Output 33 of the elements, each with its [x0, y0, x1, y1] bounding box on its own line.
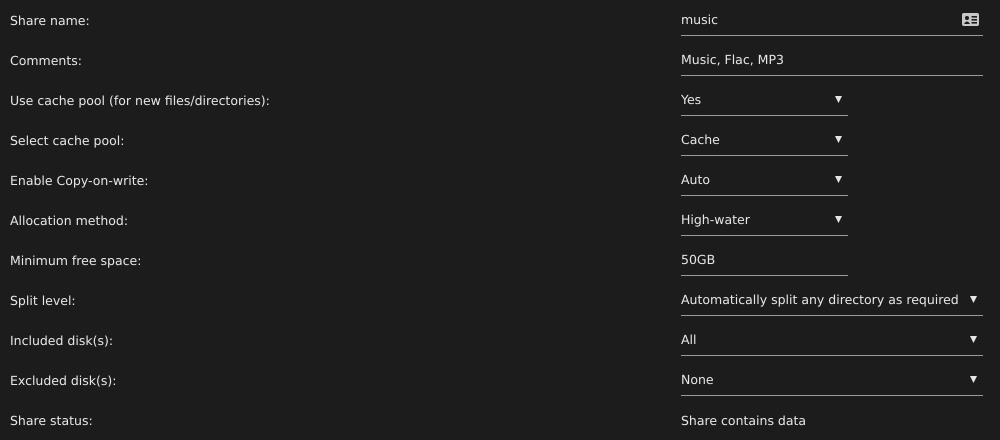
field-label: Share status: [10, 412, 94, 428]
field-label: Comments: [10, 52, 83, 68]
field-label: Excluded disk(s): [10, 372, 118, 388]
field-label: Select cache pool: [10, 132, 126, 148]
field-label: Share name: [10, 12, 91, 28]
field-label: Use cache pool (for new files/directories): [10, 92, 271, 108]
caret-icon [970, 376, 977, 383]
share-status-text: Share contains data [681, 412, 808, 428]
caret-icon [970, 336, 977, 343]
caret-icon [835, 216, 842, 223]
dropdown[interactable]: Automatically split any directory as required [681, 284, 983, 316]
text-field[interactable]: 50GB [681, 244, 848, 276]
id-card-icon[interactable] [962, 13, 979, 26]
text-field[interactable]: music [681, 4, 983, 36]
caret-icon [835, 96, 842, 103]
dropdown[interactable]: Auto [681, 164, 848, 196]
field-label: Minimum free space: [10, 252, 142, 268]
dropdown[interactable]: Yes [681, 84, 848, 116]
field-value: music [681, 12, 962, 27]
dropdown[interactable]: All [681, 324, 983, 356]
dropdown[interactable]: Cache [681, 124, 848, 156]
dropdown[interactable]: High-water [681, 204, 848, 236]
field-value: Music, Flac, MP3 [681, 52, 977, 67]
caret-icon [970, 296, 977, 303]
field-label: Split level: [10, 292, 77, 308]
field-label: Allocation method: [10, 212, 130, 228]
field-label: Included disk(s): [10, 332, 114, 348]
text-field[interactable]: Music, Flac, MP3 [681, 44, 983, 76]
dropdown[interactable]: None [681, 364, 983, 396]
field-value: 50GB [681, 252, 842, 267]
caret-icon [835, 136, 842, 143]
caret-icon [835, 176, 842, 183]
field-label: Enable Copy-on-write: [10, 172, 150, 188]
